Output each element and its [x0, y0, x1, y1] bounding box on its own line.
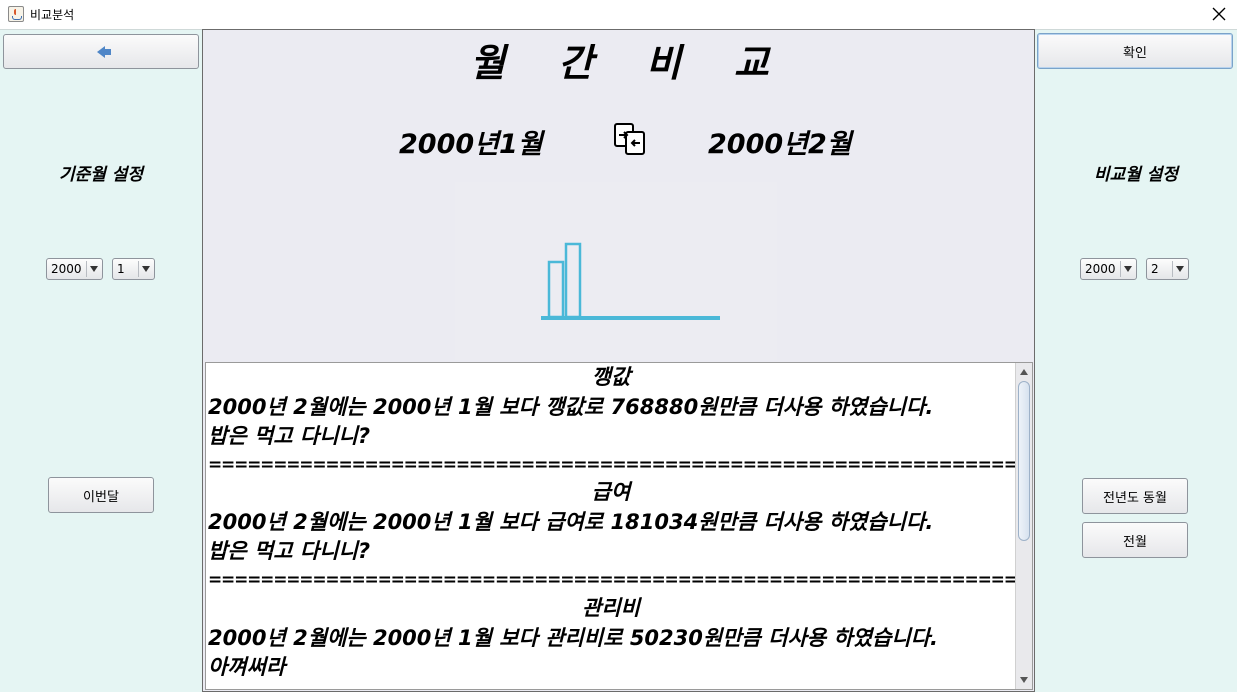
report-category: 급여	[591, 480, 631, 504]
base-month-label: 기준월 설정	[58, 165, 144, 185]
prev-year-same-month-button[interactable]: 전년도 동월	[1082, 478, 1188, 514]
page-title: 월 간 비 교	[470, 41, 769, 85]
base-year-value: 2000	[51, 262, 82, 276]
java-app-icon	[8, 6, 24, 22]
title-bar: 비교분석	[0, 0, 1237, 28]
report-comment: 밥은 먹고 다니니?	[208, 539, 371, 563]
chevron-down-icon	[1172, 261, 1186, 277]
left-panel: 기준월 설정 2000 1 이번달	[0, 29, 202, 692]
confirm-button[interactable]: 확인	[1037, 33, 1233, 69]
comparison-chart	[455, 182, 777, 360]
compare-year-value: 2000	[1085, 262, 1116, 276]
compare-year-select[interactable]: 2000	[1080, 258, 1137, 280]
chart-svg	[541, 242, 720, 320]
compare-month-display: 2000년2월	[708, 129, 852, 160]
chevron-down-icon	[1120, 261, 1134, 277]
report-category: 관리비	[582, 596, 640, 620]
window-title: 비교분석	[30, 8, 75, 22]
swap-button[interactable]	[613, 122, 647, 156]
base-month-display: 2000년1월	[399, 129, 543, 160]
close-icon	[1212, 7, 1226, 21]
scroll-down-icon[interactable]	[1019, 675, 1029, 685]
compare-month-select[interactable]: 2	[1146, 258, 1189, 280]
report-text-area[interactable]: 깽값 2000년 2월에는 2000년 1월 보다 깽값로 768880원만큼 …	[206, 363, 1016, 689]
chevron-down-icon	[86, 261, 100, 277]
scroll-up-icon[interactable]	[1019, 367, 1029, 377]
report-category: 깽값	[591, 365, 631, 389]
report-scroll-pane[interactable]: 깽값 2000년 2월에는 2000년 1월 보다 깽값로 768880원만큼 …	[205, 362, 1033, 690]
base-month-value: 1	[117, 262, 125, 276]
report-sentence: 2000년 2월에는 2000년 1월 보다 관리비로 50230원만큼 더사용…	[208, 626, 939, 650]
vertical-scrollbar[interactable]	[1015, 363, 1032, 689]
report-separator: ========================================…	[208, 455, 1016, 475]
compare-month-label: 비교월 설정	[1093, 165, 1179, 185]
base-month-select[interactable]: 1	[112, 258, 155, 280]
report-sentence: 2000년 2월에는 2000년 1월 보다 깽값로 768880원만큼 더사용…	[208, 395, 934, 419]
center-panel: 월 간 비 교 2000년1월 2000년2월 깽값 2000년 2월에는 20…	[202, 29, 1035, 692]
swap-icon	[614, 123, 645, 155]
left-arrow-icon	[97, 45, 111, 58]
prev-month-button[interactable]: 전월	[1082, 522, 1188, 558]
back-button[interactable]	[3, 34, 199, 69]
close-button[interactable]	[1205, 1, 1233, 27]
report-comment: 아껴써라	[208, 655, 286, 679]
chart-bar-2	[564, 242, 582, 319]
report-sentence: 2000년 2월에는 2000년 1월 보다 급여로 181034원만큼 더사용…	[208, 510, 934, 534]
report-comment: 밥은 먹고 다니니?	[208, 424, 371, 448]
chevron-down-icon	[138, 261, 152, 277]
this-month-button[interactable]: 이번달	[48, 477, 154, 513]
base-year-select[interactable]: 2000	[46, 258, 103, 280]
scroll-thumb[interactable]	[1018, 381, 1030, 541]
compare-analysis-window: 비교분석 기준월 설정 2000 1 이번달 월 간 비 교 2000년1월 2…	[0, 0, 1237, 692]
right-panel: 확인 비교월 설정 2000 2 전년도 동월 전월	[1035, 29, 1237, 692]
report-separator: ========================================…	[208, 570, 1016, 590]
chart-bar-1	[547, 260, 565, 319]
compare-month-value: 2	[1151, 262, 1159, 276]
